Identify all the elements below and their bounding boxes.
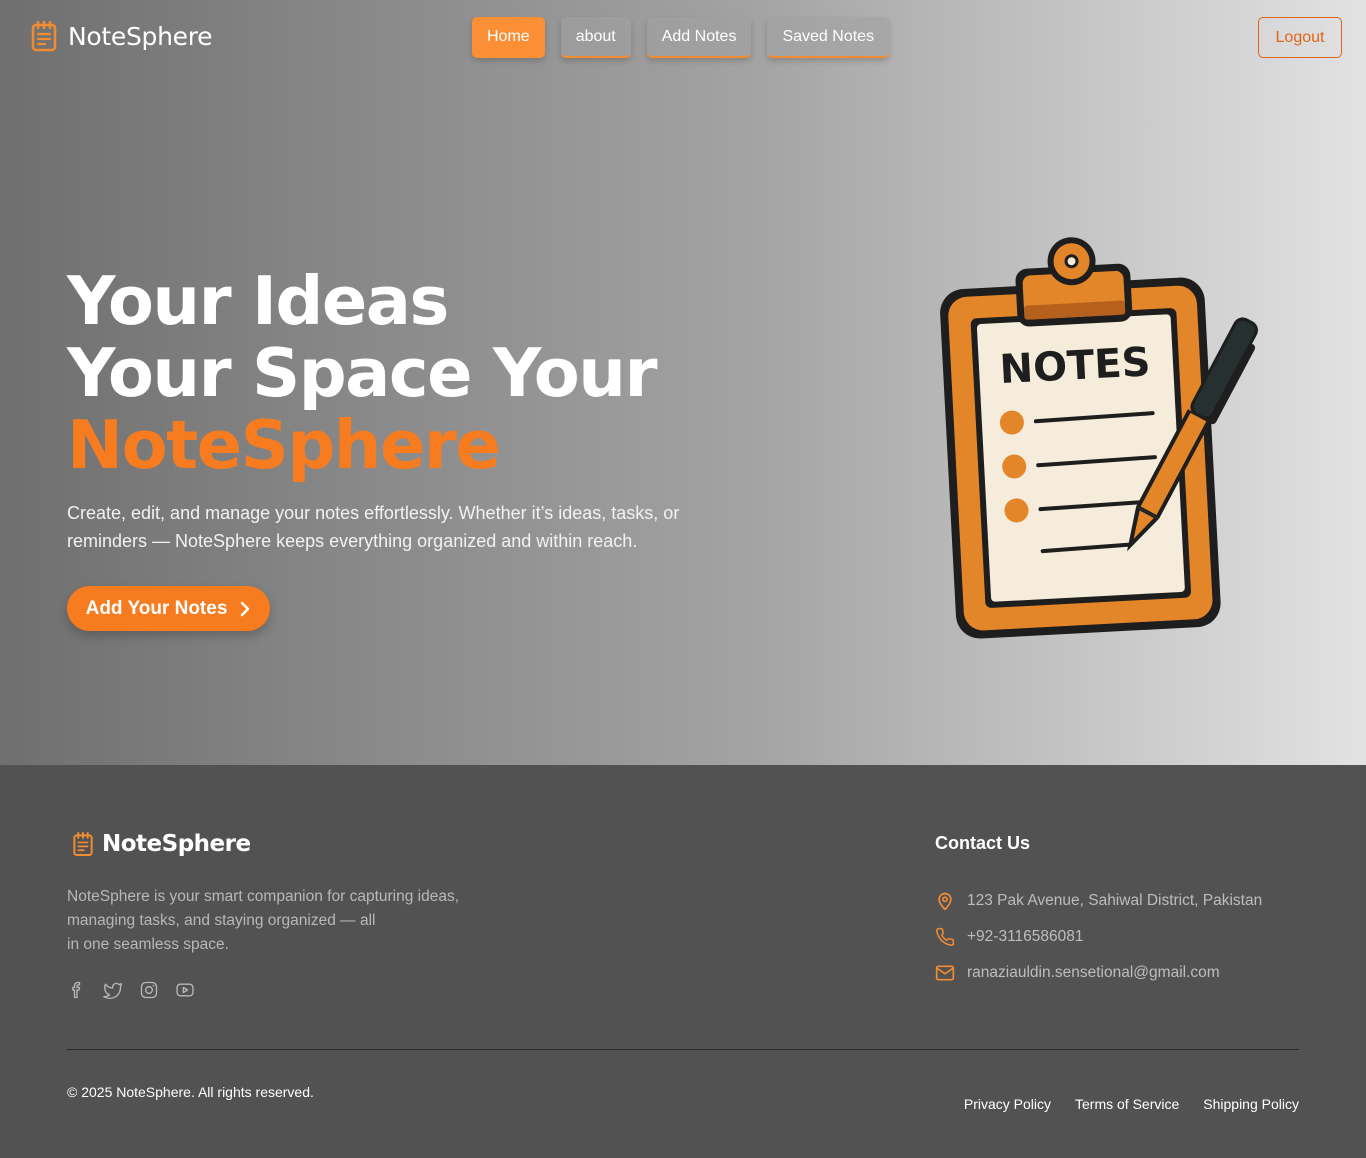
shipping-policy-link[interactable]: Shipping Policy	[1203, 1096, 1299, 1112]
hero-section: NoteSphere Home about Add Notes Saved No…	[0, 0, 1366, 765]
headline-accent: NoteSphere	[67, 406, 501, 484]
privacy-policy-link[interactable]: Privacy Policy	[964, 1096, 1051, 1112]
copyright-text: © 2025 NoteSphere. All rights reserved.	[67, 1084, 314, 1100]
mail-icon	[935, 965, 955, 981]
nav-saved-notes[interactable]: Saved Notes	[767, 17, 890, 58]
nav-home[interactable]: Home	[472, 17, 545, 58]
footer-description-line: NoteSphere is your smart companion for c…	[67, 888, 460, 905]
address-text: 123 Pak Avenue, Sahiwal District, Pakist…	[967, 892, 1263, 909]
contact-us-heading: Contact Us	[935, 833, 1031, 853]
footer-description-line: in one seamless space.	[67, 936, 229, 953]
headline-line-2: Your Space Your	[67, 334, 658, 412]
legal-links: Privacy Policy Terms of Service Shipping…	[964, 1096, 1299, 1112]
twitter-icon[interactable]	[103, 980, 123, 1000]
nav-about[interactable]: about	[560, 17, 631, 58]
footer-brand[interactable]: NoteSphere	[72, 831, 251, 857]
notepad-icon	[73, 832, 93, 856]
contact-phone[interactable]: +92-3116586081	[935, 919, 1262, 955]
phone-icon	[936, 927, 955, 946]
footer-description-line: managing tasks, and staying organized — …	[67, 912, 376, 929]
brand-name: NoteSphere	[68, 21, 213, 51]
headline-line-1: Your Ideas	[67, 262, 449, 340]
hero-description: Create, edit, and manage your notes effo…	[67, 503, 680, 551]
logout-button[interactable]: Logout	[1258, 17, 1342, 58]
hero-headline: Your Ideas Your Space Your NoteSphere	[67, 262, 658, 484]
instagram-icon[interactable]	[139, 980, 159, 1000]
add-your-notes-button[interactable]: Add Your Notes	[67, 586, 270, 631]
youtube-icon[interactable]	[175, 980, 195, 1000]
map-pin-icon	[938, 892, 952, 911]
terms-of-service-link[interactable]: Terms of Service	[1075, 1096, 1179, 1112]
footer-brand-name: NoteSphere	[102, 831, 251, 857]
footer-divider	[67, 1049, 1299, 1050]
clipboard-notes-illustration: NOTES	[940, 237, 1258, 639]
footer-description: NoteSphere is your smart companion for c…	[67, 885, 487, 957]
chevron-right-icon	[241, 601, 250, 616]
main-nav: Home about Add Notes Saved Notes	[472, 17, 890, 58]
notepad-icon	[31, 20, 57, 52]
nav-add-notes[interactable]: Add Notes	[646, 17, 752, 58]
phone-text: +92-3116586081	[967, 928, 1084, 945]
notes-illustration-label: NOTES	[999, 339, 1152, 393]
contact-email[interactable]: ranaziauldin.sensetional@gmail.com	[935, 955, 1262, 991]
contact-list: 123 Pak Avenue, Sahiwal District, Pakist…	[935, 883, 1262, 991]
contact-address: 123 Pak Avenue, Sahiwal District, Pakist…	[935, 883, 1262, 919]
cta-label: Add Your Notes	[85, 597, 228, 619]
social-links	[67, 980, 195, 1000]
brand-logo[interactable]: NoteSphere	[30, 20, 213, 52]
site-footer: NoteSphere NoteSphere is your smart comp…	[0, 765, 1366, 1158]
facebook-icon[interactable]	[67, 980, 87, 1000]
email-text: ranaziauldin.sensetional@gmail.com	[967, 964, 1220, 981]
